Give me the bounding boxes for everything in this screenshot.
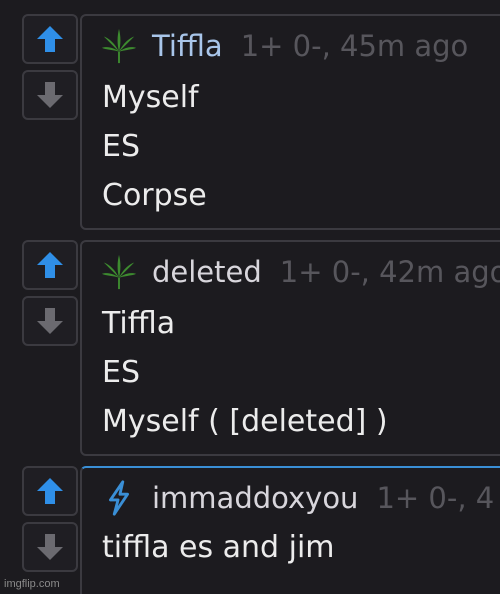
comment-card: deleted 1+ 0-, 42m ago Tiffla ES Myself … bbox=[80, 240, 500, 456]
cannabis-leaf-icon bbox=[100, 27, 138, 65]
author-name: immaddoxyou bbox=[152, 481, 359, 515]
lightning-bolt-icon bbox=[100, 479, 138, 517]
author-link[interactable]: Tiffla bbox=[152, 29, 223, 63]
comment-meta: 1+ 0-, 45m ago bbox=[240, 29, 469, 63]
arrow-down-icon bbox=[37, 308, 63, 334]
upvote-button[interactable] bbox=[22, 240, 78, 290]
comment-text-line: Corpse bbox=[102, 178, 207, 213]
comment-text-line: ES bbox=[102, 129, 140, 164]
arrow-up-icon bbox=[37, 26, 63, 52]
comment-text-line: Myself ( [deleted] ) bbox=[102, 404, 388, 439]
upvote-button[interactable] bbox=[22, 466, 78, 516]
comment: immaddoxyou 1+ 0-, 4 tiffla es and jim bbox=[0, 466, 500, 594]
comment-thread: Tiffla 1+ 0-, 45m ago Myself ES Corpse d… bbox=[0, 0, 500, 594]
downvote-button[interactable] bbox=[22, 70, 78, 120]
upvote-button[interactable] bbox=[22, 14, 78, 64]
downvote-button[interactable] bbox=[22, 522, 78, 572]
comment-text-line: tiffla es and jim bbox=[102, 530, 335, 565]
comment: Tiffla 1+ 0-, 45m ago Myself ES Corpse bbox=[0, 14, 500, 230]
downvote-button[interactable] bbox=[22, 296, 78, 346]
comment-header: Tiffla 1+ 0-, 45m ago bbox=[100, 24, 468, 68]
cannabis-leaf-icon bbox=[100, 253, 138, 291]
arrow-up-icon bbox=[37, 252, 63, 278]
author-name: deleted bbox=[152, 255, 262, 289]
comment-meta: 1+ 0-, 4 bbox=[376, 481, 495, 515]
arrow-up-icon bbox=[37, 478, 63, 504]
watermark: imgflip.com bbox=[4, 578, 60, 590]
comment-text-line: Myself bbox=[102, 80, 199, 115]
comment-header: deleted 1+ 0-, 42m ago bbox=[100, 250, 500, 294]
comment-meta: 1+ 0-, 42m ago bbox=[279, 255, 500, 289]
comment-text-line: ES bbox=[102, 355, 140, 390]
comment: deleted 1+ 0-, 42m ago Tiffla ES Myself … bbox=[0, 240, 500, 456]
arrow-down-icon bbox=[37, 82, 63, 108]
comment-card: immaddoxyou 1+ 0-, 4 tiffla es and jim bbox=[80, 466, 500, 594]
comment-card: Tiffla 1+ 0-, 45m ago Myself ES Corpse bbox=[80, 14, 500, 230]
comment-header: immaddoxyou 1+ 0-, 4 bbox=[100, 476, 494, 520]
arrow-down-icon bbox=[37, 534, 63, 560]
comment-text-line: Tiffla bbox=[102, 306, 176, 341]
